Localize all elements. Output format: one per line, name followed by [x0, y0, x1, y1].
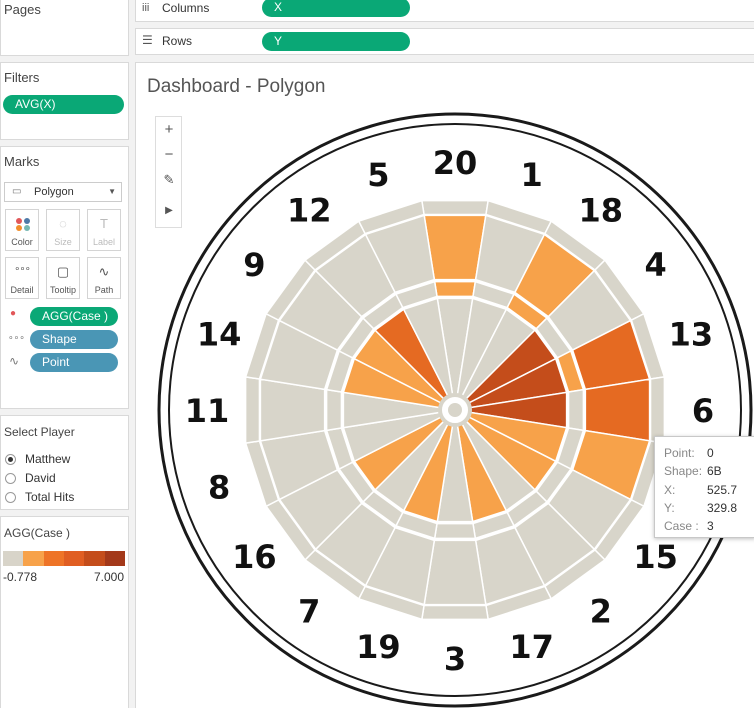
filter-pill-avg-x[interactable]: AVG(X)	[3, 95, 124, 114]
chevron-down-icon: ▼	[108, 187, 116, 196]
unpin-icon[interactable]: ✎	[158, 172, 180, 188]
size-button[interactable]: ◌ Size	[46, 209, 80, 251]
tooltip-button-label: Tooltip	[49, 285, 76, 295]
tooltip-y-label: Y:	[664, 501, 675, 515]
tooltip-button[interactable]: ▢ Tooltip	[46, 257, 80, 299]
polygon-icon: ▭	[12, 186, 22, 197]
select-player-card: Select Player Matthew David Total Hits	[0, 415, 129, 510]
zoom-out-button[interactable]: −	[158, 146, 180, 163]
path-button-label: Path	[94, 285, 114, 295]
dashboard-view: Dashboard - Polygon	[135, 62, 754, 708]
path-icon: ∿	[98, 264, 110, 279]
path-button[interactable]: ∿ Path	[87, 257, 121, 299]
mark-type-dropdown[interactable]: ▭ Polygon ▼	[4, 182, 122, 202]
tooltip-y-value: 329.8	[707, 501, 738, 515]
tooltip-case-value: 3	[707, 519, 714, 533]
tooltip-case-label: Case :	[664, 519, 699, 533]
select-player-title: Select Player	[4, 425, 75, 439]
color-legend-bar[interactable]	[3, 551, 125, 566]
marks-pill-point[interactable]: Point	[30, 353, 118, 372]
legend-swatch	[84, 551, 105, 566]
columns-label: Columns	[162, 1, 210, 15]
legend-swatch	[43, 551, 64, 566]
dashboard-title: Dashboard - Polygon	[147, 76, 326, 97]
tooltip-point-value: 0	[707, 446, 714, 460]
legend-swatch	[104, 551, 125, 566]
columns-icon: iii	[142, 2, 150, 14]
radio-matthew[interactable]	[5, 454, 16, 465]
tooltip-x-value: 525.7	[707, 483, 738, 497]
radio-total-hits[interactable]	[5, 492, 16, 503]
radio-label-david: David	[25, 471, 56, 485]
rows-shelf: ☰ Rows Y	[135, 28, 754, 55]
legend-swatch	[63, 551, 85, 566]
legend-swatch	[3, 551, 24, 566]
marks-title: Marks	[4, 154, 40, 169]
radio-label-total-hits: Total Hits	[25, 490, 75, 504]
tooltip-point-label: Point:	[664, 446, 695, 460]
legend-min-label: -0.778	[3, 570, 38, 584]
label-button[interactable]: T Label	[87, 209, 121, 251]
mark-type-label: Polygon	[34, 186, 74, 198]
columns-shelf: iii Columns X	[135, 0, 754, 22]
tooltip-x-label: X:	[664, 483, 676, 497]
rows-pill-y[interactable]: Y	[262, 32, 410, 51]
color-dots-icon: ●	[10, 308, 17, 319]
marks-card: Marks ▭ Polygon ▼ Color ◌ Size T Label ∘…	[0, 146, 129, 409]
pages-title: Pages	[4, 2, 41, 17]
detail-button-label: Detail	[10, 285, 34, 295]
radio-label-matthew: Matthew	[25, 452, 71, 466]
marks-pill-shape[interactable]: Shape	[30, 330, 118, 349]
marks-pill-agg-case[interactable]: AGG(Case )	[30, 307, 118, 326]
tooltip-shape-value: 6B	[707, 464, 722, 478]
label-button-label: Label	[92, 237, 116, 247]
rows-label: Rows	[162, 34, 193, 48]
size-icon: ◌	[59, 216, 67, 231]
detail-dots-icon: ∘∘∘	[14, 264, 31, 275]
color-legend-card: AGG(Case ) -0.778 7.000	[0, 516, 129, 708]
columns-pill-x[interactable]: X	[262, 0, 410, 17]
size-button-label: Size	[54, 237, 72, 247]
toolbar-expand-arrow[interactable]: ▶	[158, 205, 180, 216]
label-icon: T	[100, 216, 108, 231]
pages-card: Pages	[0, 0, 129, 56]
legend-title: AGG(Case )	[4, 526, 71, 540]
filters-card: Filters AVG(X)	[0, 62, 129, 140]
zoom-in-button[interactable]: +	[158, 121, 180, 138]
color-button-label: Color	[11, 237, 33, 247]
color-button[interactable]: Color	[5, 209, 39, 251]
color-dots-icon	[16, 218, 30, 231]
radio-david[interactable]	[5, 473, 16, 484]
legend-max-label: 7.000	[93, 570, 124, 584]
filters-title: Filters	[4, 70, 40, 85]
path-line-icon: ∿	[9, 354, 20, 368]
rows-icon: ☰	[142, 33, 153, 47]
legend-swatch	[23, 551, 44, 566]
shape-dots-icon: ∘∘∘	[8, 332, 25, 342]
detail-button[interactable]: ∘∘∘ Detail	[5, 257, 39, 299]
tooltip-shape-label: Shape:	[664, 464, 703, 478]
mark-tooltip: Point: 0 Shape: 6B X: 525.7 Y: 329.8 Cas…	[654, 436, 754, 538]
tooltip-icon: ▢	[56, 264, 70, 279]
